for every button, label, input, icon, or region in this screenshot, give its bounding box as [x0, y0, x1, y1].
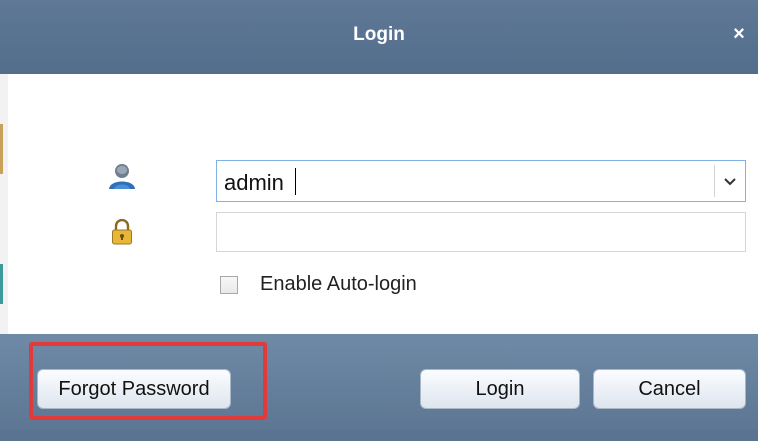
title-bar: Login × — [0, 0, 758, 74]
user-icon — [109, 164, 135, 189]
chevron-down-icon[interactable] — [721, 171, 739, 191]
login-dialog: Login × admin Enable Auto-login Forgot P… — [0, 0, 758, 441]
bottom-strip — [0, 430, 758, 441]
auto-login-checkbox[interactable] — [220, 276, 238, 294]
left-edge-strip — [0, 124, 3, 174]
left-edge-decoration — [0, 74, 8, 334]
text-cursor — [295, 168, 296, 195]
forgot-password-button[interactable]: Forgot Password — [37, 369, 231, 409]
cancel-button[interactable]: Cancel — [593, 369, 746, 409]
password-field[interactable] — [216, 212, 746, 252]
close-icon[interactable]: × — [728, 22, 750, 46]
dialog-title: Login — [353, 24, 405, 45]
username-input[interactable]: admin — [224, 170, 284, 196]
left-edge-strip — [0, 264, 3, 304]
username-combobox[interactable]: admin — [216, 160, 746, 202]
lock-icon — [112, 219, 132, 245]
combobox-divider — [714, 165, 715, 197]
login-button[interactable]: Login — [420, 369, 580, 409]
auto-login-label: Enable Auto-login — [260, 273, 417, 295]
